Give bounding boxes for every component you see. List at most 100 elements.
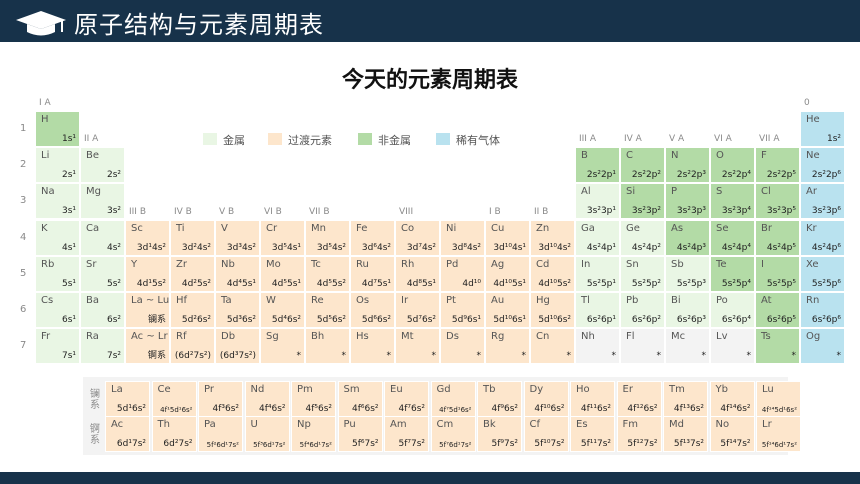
- f-element-cell: Pr 4f³6s²: [198, 381, 243, 417]
- element-cell: Hg 5d¹⁰6s²: [530, 292, 575, 328]
- element-symbol: F: [761, 150, 767, 162]
- element-symbol: Mn: [311, 222, 326, 234]
- electron-config: 3s²3p⁵: [766, 206, 796, 217]
- element-cell: Rh 4d⁸5s¹: [395, 255, 440, 292]
- element-cell: Zn 3d¹⁰4s²: [530, 219, 575, 256]
- element-symbol: No: [715, 419, 730, 430]
- electron-config: 2s¹: [61, 170, 76, 181]
- element-symbol: Ni: [446, 222, 457, 234]
- element-cell: Ca 4s²: [80, 219, 125, 256]
- element-symbol: Sr: [86, 258, 97, 270]
- element-cell: N 2s²2p³: [665, 147, 710, 184]
- element-symbol: Tl: [581, 295, 590, 306]
- element-symbol: Ho: [576, 384, 590, 395]
- legend-swatch: [268, 133, 282, 145]
- element-symbol: Zn: [536, 222, 550, 234]
- element-symbol: Ac: [111, 419, 124, 430]
- electron-config: 3d¹4s²: [136, 242, 166, 253]
- electron-config: 5d¹⁰6s²: [538, 315, 571, 325]
- element-symbol: W: [266, 295, 276, 306]
- electron-config: 2s²2p²: [631, 170, 661, 181]
- element-symbol: Gd: [436, 384, 451, 395]
- element-symbol: Au: [491, 295, 505, 306]
- f-element-cell: Th 6d²7s²: [151, 416, 197, 452]
- element-symbol: Os: [356, 295, 370, 306]
- electron-config: 5s²5p²: [631, 278, 661, 289]
- electron-config: 4f¹³6s²: [673, 404, 704, 414]
- electron-config: 4d¹⁰5s²: [538, 278, 571, 289]
- element-symbol: Lv: [716, 331, 728, 343]
- electron-config: 镧系: [147, 315, 166, 325]
- group-label: III B: [129, 206, 146, 217]
- element-cell: Zr 4d²5s²: [170, 255, 215, 292]
- electron-config: 2s²2p¹: [586, 170, 616, 181]
- electron-config: 3d³4s²: [226, 242, 256, 253]
- f-element-cell: Np 5f⁴6d¹7s²: [291, 416, 336, 452]
- electron-config: *: [386, 351, 392, 362]
- element-cell: Cr 3d⁵4s¹: [260, 219, 305, 256]
- electron-config: 4s¹: [61, 242, 76, 253]
- element-symbol: At: [761, 295, 772, 306]
- electron-config: 4f⁷5d¹6s²: [439, 406, 472, 414]
- electron-config: 3s²3p⁶: [811, 206, 841, 217]
- element-cell: Y 4d¹5s²: [125, 255, 170, 292]
- electron-config: 4d²5s²: [181, 278, 211, 289]
- element-symbol: Ra: [86, 331, 99, 343]
- group-label: VIII: [399, 206, 414, 217]
- element-cell: Li 2s¹: [35, 147, 80, 184]
- element-cell: Ba 6s²: [80, 292, 125, 328]
- electron-config: 5f⁹7s²: [491, 439, 518, 449]
- electron-config: 5s²: [106, 278, 121, 289]
- electron-config: 4f¹¹6s²: [580, 404, 611, 414]
- element-cell: O 2s²2p⁴: [710, 147, 755, 184]
- electron-config: 5f⁷7s²: [398, 439, 425, 449]
- element-symbol: Te: [716, 258, 727, 270]
- electron-config: *: [521, 351, 527, 362]
- electron-config: 6s²6p³: [676, 315, 706, 325]
- group-label: III A: [579, 134, 596, 145]
- element-cell: Ds *: [440, 328, 485, 365]
- electron-config: 5f⁶7s²: [351, 439, 379, 449]
- element-cell: Mg 3s²: [80, 183, 125, 220]
- legend-label: 非金属: [378, 134, 411, 147]
- element-cell: Ti 3d²4s²: [170, 219, 215, 256]
- graduation-cap-icon: [16, 11, 66, 36]
- page-heading: 今天的元素周期表: [341, 68, 518, 93]
- element-symbol: Ga: [581, 222, 595, 234]
- group-label: VII B: [309, 206, 330, 217]
- element-symbol: Se: [716, 222, 729, 234]
- group-label: VI A: [714, 134, 732, 145]
- f-element-cell: Yb 4f¹⁴6s²: [709, 381, 755, 417]
- element-symbol: B: [581, 150, 588, 162]
- lanthanide-label: 镧系: [90, 389, 100, 411]
- element-symbol: Cf: [529, 419, 541, 430]
- electron-config: *: [656, 351, 662, 362]
- element-symbol: Th: [157, 419, 170, 430]
- f-element-cell: Dy 4f¹⁰6s²: [523, 381, 569, 417]
- element-cell: Co 3d⁷4s²: [395, 219, 440, 256]
- element-cell: Ni 3d⁸4s²: [440, 219, 485, 256]
- element-symbol: Y: [131, 258, 138, 270]
- element-symbol: Cd: [536, 258, 550, 270]
- electron-config: 5f¹¹7s²: [580, 439, 611, 449]
- electron-config: 6s¹: [61, 315, 76, 325]
- element-cell: K 4s¹: [35, 219, 80, 256]
- element-cell: Mc *: [665, 328, 710, 365]
- electron-config: 5f¹⁴6d¹7s²: [761, 441, 797, 449]
- element-symbol: Zr: [176, 258, 187, 270]
- element-cell: Db (6d³7s²): [215, 328, 260, 365]
- element-cell: Cl 3s²3p⁵: [755, 183, 800, 220]
- electron-config: 5s²5p¹: [586, 278, 616, 289]
- element-cell: Ta 5d³6s²: [215, 292, 260, 328]
- electron-config: 4d⁵5s²: [316, 278, 346, 289]
- electron-config: 3d¹⁰4s¹: [493, 242, 526, 253]
- element-symbol: O: [716, 150, 724, 162]
- element-cell: Mo 4d⁵5s¹: [260, 255, 305, 292]
- element-cell: Xe 5s²5p⁶: [800, 255, 845, 292]
- period-number: 1: [20, 123, 27, 134]
- electron-config: 6s²6p²: [631, 315, 661, 325]
- element-symbol: Cr: [266, 222, 278, 234]
- electron-config: 4f¹5d¹6s²: [160, 406, 193, 414]
- element-symbol: Mt: [401, 331, 414, 343]
- element-cell: Ge 4s²4p²: [620, 219, 665, 256]
